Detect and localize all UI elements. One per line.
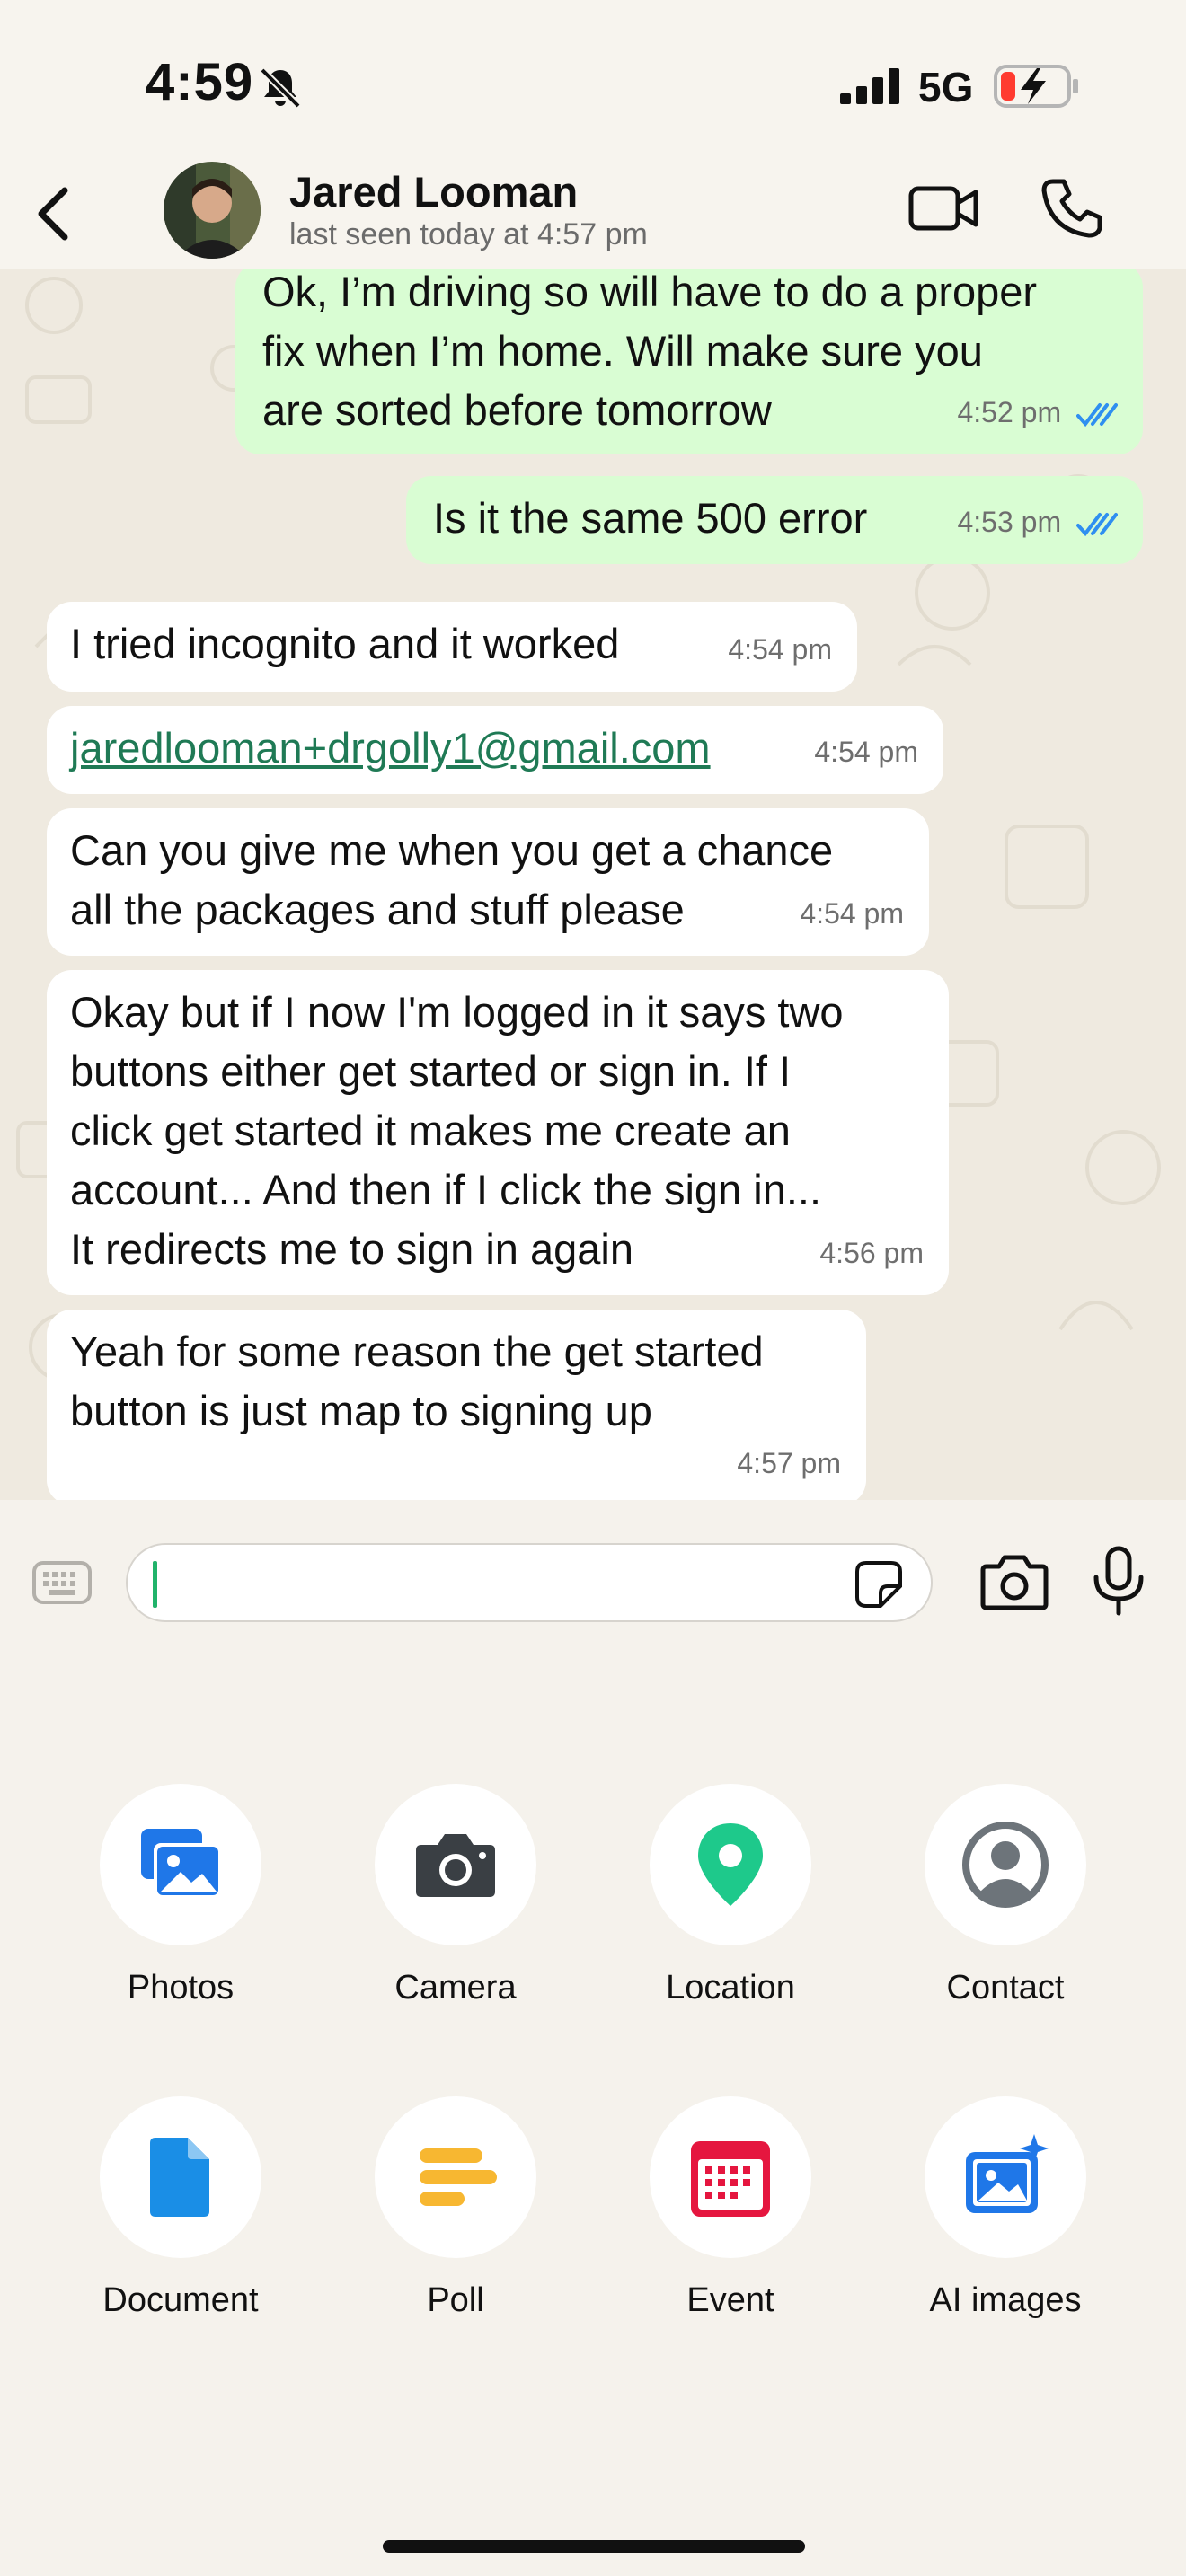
attach-camera-circle: [375, 1784, 536, 1945]
message-input[interactable]: [126, 1543, 933, 1622]
attach-contact-circle: [925, 1784, 1086, 1945]
message-text: Yeah for some reason the get started but…: [70, 1328, 764, 1434]
microphone-icon[interactable]: [1089, 1545, 1148, 1617]
attach-event-circle: [650, 2096, 811, 2258]
camera-icon: [416, 1834, 495, 1897]
voice-call-icon[interactable]: [1040, 176, 1103, 239]
ai-images-icon: [966, 2134, 1049, 2213]
attach-camera-label: Camera: [394, 1969, 517, 2007]
message-bubble-incoming[interactable]: Yeah for some reason the get started but…: [47, 1310, 866, 1500]
battery-charging-icon: [994, 65, 1078, 108]
read-receipt-icon: [1076, 402, 1118, 427]
cellular-signal-icon: [840, 68, 899, 104]
contact-icon: [962, 1822, 1049, 1908]
message-time: 4:52 pm: [957, 396, 1062, 428]
document-icon: [150, 2138, 209, 2217]
attach-ai-images-circle: [925, 2096, 1086, 2258]
attach-document[interactable]: Document: [68, 2046, 293, 2319]
message-text: Okay but if I now I'm logged in it says …: [70, 988, 844, 1273]
message-text: Can you give me when you get a chance al…: [70, 826, 834, 933]
attach-contact[interactable]: Contact: [893, 1734, 1118, 2007]
text-caret: [153, 1561, 157, 1608]
message-time: 4:57 pm: [737, 1447, 841, 1479]
message-meta: 4:53 pm: [957, 492, 1118, 551]
sticker-icon[interactable]: [854, 1559, 904, 1610]
attach-location[interactable]: Location: [618, 1734, 843, 2007]
message-time: 4:53 pm: [957, 506, 1062, 538]
camera-icon[interactable]: [979, 1550, 1049, 1613]
attach-ai-images-label: AI images: [929, 2281, 1082, 2319]
message-time: 4:54 pm: [800, 897, 904, 930]
poll-icon: [420, 2148, 497, 2206]
attach-poll[interactable]: Poll: [343, 2046, 568, 2319]
photos-icon: [141, 1829, 222, 1899]
location-icon: [698, 1823, 763, 1906]
message-bubble-incoming[interactable]: jaredlooman+drgolly1@gmail.com 4:54 pm: [47, 706, 943, 794]
message-bubble-incoming[interactable]: Can you give me when you get a chance al…: [47, 808, 929, 956]
message-time: 4:54 pm: [728, 633, 832, 666]
back-button[interactable]: [27, 183, 81, 244]
message-bubble-incoming[interactable]: Okay but if I now I'm logged in it says …: [47, 970, 949, 1295]
attach-location-label: Location: [666, 1969, 795, 2007]
attach-photos-label: Photos: [127, 1969, 235, 2007]
home-indicator[interactable]: [383, 2540, 805, 2553]
attach-contact-label: Contact: [946, 1969, 1065, 2007]
attach-document-circle: [100, 2096, 261, 2258]
email-link[interactable]: jaredlooman+drgolly1@gmail.com: [70, 719, 920, 778]
message-list[interactable]: Ok, I’m driving so will have to do a pro…: [0, 269, 1186, 1500]
event-icon: [691, 2141, 770, 2217]
chat-header: Jared Looman last seen today at 4:57 pm: [0, 151, 1186, 269]
attach-event-label: Event: [686, 2281, 774, 2319]
read-receipt-icon: [1076, 512, 1118, 536]
status-time: 4:59: [146, 53, 254, 111]
network-type: 5G: [918, 64, 974, 110]
message-bubble-outgoing[interactable]: Ok, I’m driving so will have to do a pro…: [235, 269, 1143, 454]
contact-name[interactable]: Jared Looman: [289, 167, 578, 216]
avatar[interactable]: [164, 162, 261, 259]
attach-poll-label: Poll: [427, 2281, 484, 2319]
attach-location-circle: [650, 1784, 811, 1945]
message-time: 4:56 pm: [819, 1237, 924, 1269]
attach-camera[interactable]: Camera: [343, 1734, 568, 2007]
message-bubble-outgoing[interactable]: Is it the same 500 error 4:53 pm: [406, 476, 1143, 564]
message-time: 4:54 pm: [814, 736, 918, 768]
attach-event[interactable]: Event: [618, 2046, 843, 2319]
attach-document-label: Document: [102, 2281, 259, 2319]
last-seen-status: last seen today at 4:57 pm: [289, 217, 648, 251]
attachment-menu: Photos Camera Location Contact Document …: [0, 1680, 1186, 2326]
attach-photos[interactable]: Photos: [68, 1734, 293, 2007]
message-text: I tried incognito and it worked: [70, 620, 620, 667]
message-bubble-incoming[interactable]: I tried incognito and it worked 4:54 pm: [47, 602, 857, 692]
video-call-icon[interactable]: [907, 180, 979, 237]
attach-poll-circle: [375, 2096, 536, 2258]
attach-ai-images[interactable]: AI images: [893, 2046, 1118, 2319]
message-meta: 4:52 pm: [957, 383, 1118, 442]
status-bar: 4:59 5G: [0, 0, 1186, 171]
message-composer: [0, 1500, 1186, 1680]
attach-photos-circle: [100, 1784, 261, 1945]
keyboard-icon[interactable]: [32, 1561, 92, 1604]
bell-muted-icon: [260, 67, 301, 109]
